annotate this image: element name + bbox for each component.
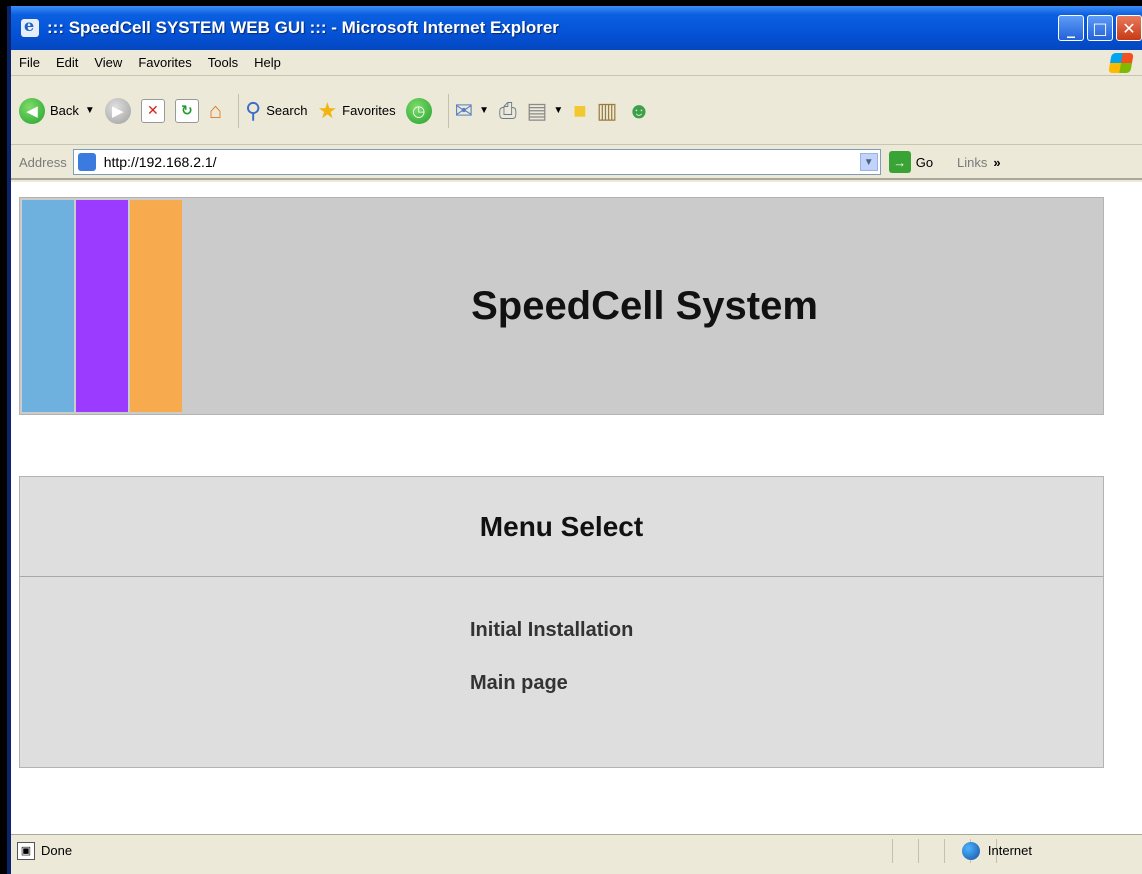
initial-installation-link[interactable]: Initial Installation: [470, 619, 1103, 642]
mail-button[interactable]: ✉ ▼: [454, 97, 489, 123]
printer-icon: ⎙: [498, 97, 517, 123]
toolbar: ◀ Back ▼ ▶ ✕ ↻ ⌂ ⚲ Search ★ Favorites ◷: [11, 77, 1142, 145]
history-button[interactable]: ◷: [405, 97, 432, 124]
search-icon: ⚲: [245, 97, 262, 123]
page-viewport: SpeedCell System Menu Select Initial Ins…: [11, 182, 1142, 834]
edit-button[interactable]: ▤ ▼: [526, 97, 564, 123]
page-done-icon: ▣: [17, 841, 35, 860]
address-bar: Address http://192.168.2.1/ ▼ → Go Links…: [11, 146, 1142, 180]
toolbar-separator: [447, 93, 449, 128]
banner: SpeedCell System: [19, 197, 1104, 415]
links-button[interactable]: Links »: [957, 155, 1001, 170]
refresh-icon: ↻: [174, 98, 199, 123]
back-label: Back: [50, 103, 79, 118]
window-title: ::: SpeedCell SYSTEM WEB GUI ::: - Micro…: [47, 18, 559, 37]
title-bar[interactable]: ::: SpeedCell SYSTEM WEB GUI ::: - Micro…: [11, 6, 1142, 50]
messenger-button[interactable]: ☻: [627, 97, 651, 123]
forward-arrow-icon: ▶: [104, 97, 131, 124]
go-label: Go: [915, 154, 934, 170]
minimize-button[interactable]: _: [1058, 15, 1084, 41]
main-page-link[interactable]: Main page: [470, 672, 1103, 695]
chevron-down-icon[interactable]: ▼: [85, 105, 95, 116]
menu-select-panel: Menu Select Initial Installation Main pa…: [19, 476, 1104, 768]
back-arrow-icon: ◀: [19, 97, 45, 124]
back-button[interactable]: ◀ Back ▼: [19, 97, 95, 124]
chevron-down-icon[interactable]: ▼: [479, 105, 489, 116]
window-controls: _ □ ✕: [1058, 15, 1142, 41]
chevron-right-icon: »: [993, 154, 1001, 170]
color-strip-purple: [76, 200, 128, 412]
forward-button[interactable]: ▶: [104, 97, 131, 124]
favorites-label: Favorites: [342, 103, 396, 118]
refresh-button[interactable]: ↻: [174, 98, 199, 123]
research-button[interactable]: ▥: [596, 97, 618, 123]
close-button[interactable]: ✕: [1116, 15, 1142, 41]
menu-view[interactable]: View: [94, 55, 122, 70]
menu-list: Initial Installation Main page: [20, 577, 1103, 695]
history-icon: ◷: [405, 97, 432, 124]
stop-button[interactable]: ✕: [140, 98, 165, 123]
address-label: Address: [19, 154, 67, 170]
menu-bar: File Edit View Favorites Tools Help: [11, 50, 1142, 76]
messenger-icon: ☻: [627, 97, 651, 123]
status-text: Done: [41, 843, 73, 858]
color-strip-blue: [22, 200, 74, 412]
toolbar-separator: [238, 93, 240, 128]
go-arrow-icon: →: [888, 151, 911, 173]
chevron-down-icon[interactable]: ▼: [859, 153, 878, 171]
maximize-button[interactable]: □: [1087, 15, 1113, 41]
browser-window: ::: SpeedCell SYSTEM WEB GUI ::: - Micro…: [7, 6, 1142, 874]
windows-logo-icon: [1108, 53, 1134, 73]
note-icon: ■: [573, 97, 587, 123]
chevron-down-icon[interactable]: ▼: [553, 105, 563, 116]
print-button[interactable]: ⎙: [498, 97, 517, 123]
menu-select-title: Menu Select: [20, 477, 1103, 577]
menu-favorites[interactable]: Favorites: [138, 55, 191, 70]
globe-icon: [961, 841, 980, 860]
menu-edit[interactable]: Edit: [56, 55, 78, 70]
discuss-button[interactable]: ■: [573, 97, 587, 123]
page-title: SpeedCell System: [471, 283, 818, 328]
security-zone: Internet: [961, 841, 1032, 860]
go-button[interactable]: → Go: [888, 151, 934, 173]
favorites-button[interactable]: ★ Favorites: [317, 97, 396, 123]
page-icon: [77, 153, 96, 171]
books-icon: ▥: [596, 97, 618, 123]
menu-file[interactable]: File: [19, 55, 40, 70]
links-label: Links: [957, 154, 988, 170]
star-icon: ★: [317, 97, 338, 123]
color-strip-orange: [130, 200, 182, 412]
address-url[interactable]: http://192.168.2.1/: [104, 154, 217, 170]
home-icon: ⌂: [208, 97, 223, 123]
edit-page-icon: ▤: [526, 97, 548, 123]
address-input[interactable]: http://192.168.2.1/ ▼: [72, 149, 881, 175]
status-bar: ▣ Done Internet: [11, 834, 1142, 866]
search-label: Search: [266, 103, 308, 118]
menu-tools[interactable]: Tools: [208, 55, 238, 70]
search-button[interactable]: ⚲ Search: [245, 97, 308, 123]
zone-label: Internet: [987, 843, 1032, 858]
home-button[interactable]: ⌂: [208, 97, 223, 123]
mail-icon: ✉: [454, 97, 474, 123]
stop-icon: ✕: [140, 98, 165, 123]
ie-icon: [21, 16, 39, 37]
menu-help[interactable]: Help: [254, 55, 281, 70]
